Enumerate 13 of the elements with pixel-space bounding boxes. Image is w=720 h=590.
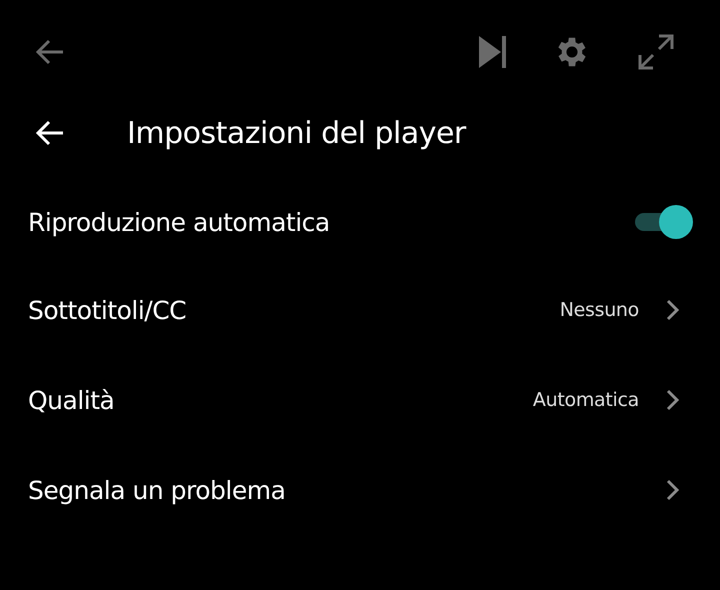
- chevron-right-icon[interactable]: [666, 389, 680, 411]
- setting-label[interactable]: Qualità: [28, 386, 533, 414]
- chevron-right-icon[interactable]: [666, 299, 680, 321]
- setting-value: Automatica: [532, 389, 639, 411]
- fullscreen-icon[interactable]: [637, 33, 675, 71]
- chevron-right-icon[interactable]: [666, 479, 680, 501]
- toggle-switch[interactable]: [635, 205, 693, 239]
- setting-label[interactable]: Riproduzione automatica: [28, 208, 635, 236]
- setting-value: Nessuno: [560, 299, 639, 321]
- skip-next-icon[interactable]: [479, 36, 507, 68]
- panel-title: Impostazioni del player: [127, 116, 466, 150]
- setting-label[interactable]: Sottotitoli/CC: [28, 296, 560, 324]
- setting-label[interactable]: Segnala un problema: [28, 476, 666, 504]
